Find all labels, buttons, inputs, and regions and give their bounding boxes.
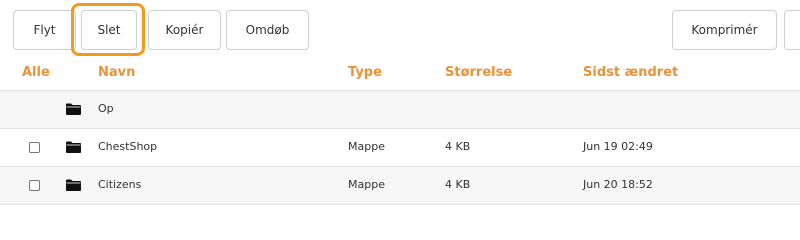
file-modified: Jun 20 18:52	[583, 178, 653, 191]
file-manager: Flyt Slet Kopiér Omdøb Komprimér Alle Na…	[0, 0, 800, 209]
copy-button-label: Kopiér	[165, 23, 204, 37]
file-modified: Jun 19 02:49	[583, 140, 653, 153]
row-checkbox[interactable]	[29, 142, 40, 153]
folder-icon	[66, 103, 81, 115]
file-name[interactable]: Citizens	[98, 178, 141, 191]
file-type: Mappe	[348, 140, 385, 153]
modified-column-header[interactable]: Sidst ændret	[583, 65, 678, 80]
table-row[interactable]: Citizens Mappe 4 KB Jun 20 18:52	[0, 167, 800, 205]
parent-folder-label[interactable]: Op	[98, 102, 114, 115]
row-checkbox[interactable]	[29, 180, 40, 191]
table-header: Alle Navn Type Størrelse Sidst ændret	[0, 62, 800, 91]
select-all-header[interactable]: Alle	[22, 65, 50, 80]
copy-button[interactable]: Kopiér	[148, 10, 221, 50]
file-size: 4 KB	[445, 140, 471, 153]
compress-button[interactable]: Komprimér	[672, 10, 777, 50]
move-button[interactable]: Flyt	[13, 10, 76, 50]
move-button-label: Flyt	[33, 23, 56, 37]
name-column-header[interactable]: Navn	[98, 65, 135, 80]
rename-button-label: Omdøb	[245, 23, 290, 37]
folder-icon	[66, 179, 81, 191]
table-row[interactable]: ChestShop Mappe 4 KB Jun 19 02:49	[0, 129, 800, 167]
file-name[interactable]: ChestShop	[98, 140, 157, 153]
rename-button[interactable]: Omdøb	[226, 10, 309, 50]
parent-folder-row[interactable]: Op	[0, 91, 800, 129]
file-type: Mappe	[348, 178, 385, 191]
folder-icon	[66, 141, 81, 153]
type-column-header[interactable]: Type	[348, 65, 382, 80]
size-column-header[interactable]: Størrelse	[445, 65, 512, 80]
delete-button-label: Slet	[97, 23, 121, 37]
file-size: 4 KB	[445, 178, 471, 191]
more-button[interactable]	[784, 10, 800, 50]
toolbar: Flyt Slet Kopiér Omdøb Komprimér	[0, 0, 800, 62]
delete-button[interactable]: Slet	[81, 10, 137, 50]
compress-button-label: Komprimér	[691, 23, 758, 37]
